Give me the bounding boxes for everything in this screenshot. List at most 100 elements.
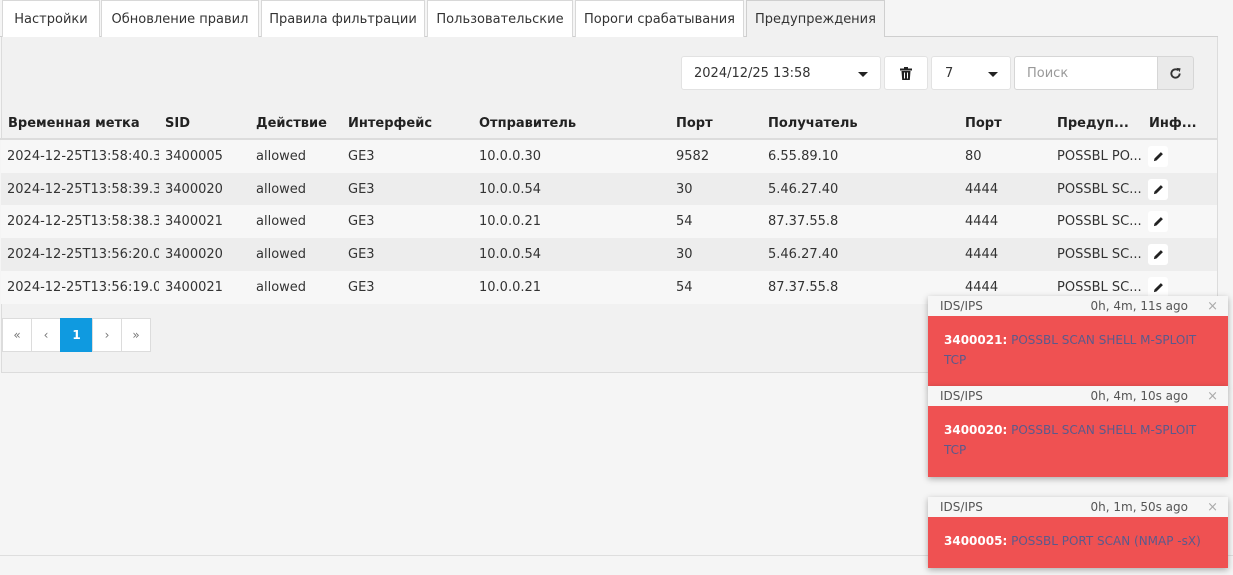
cell-alert: POSSBL SC... bbox=[1057, 214, 1142, 229]
alert-toast[interactable]: IDS/IPS 0h, 1m, 50s ago × 3400005: POSSB… bbox=[928, 497, 1228, 568]
cell-destination-port: 4444 bbox=[965, 182, 999, 197]
cell-source: 10.0.0.30 bbox=[479, 149, 542, 164]
pencil-icon bbox=[1153, 283, 1163, 293]
table-row[interactable]: 2024-12-25T13:56:20.0... 3400020 allowed… bbox=[1, 238, 1217, 271]
cell-sid: 3400020 bbox=[165, 182, 223, 197]
alert-toast[interactable]: IDS/IPS 0h, 4m, 10s ago × 3400020: POSSB… bbox=[928, 386, 1228, 477]
toast-header: IDS/IPS 0h, 4m, 11s ago × bbox=[928, 296, 1228, 316]
toast-sid: 3400020: bbox=[944, 423, 1008, 437]
toast-header: IDS/IPS 0h, 4m, 10s ago × bbox=[928, 386, 1228, 406]
alert-toast[interactable]: IDS/IPS 0h, 4m, 11s ago × 3400021: POSSB… bbox=[928, 296, 1228, 387]
cell-destination: 87.37.55.8 bbox=[768, 214, 839, 229]
cell-action: allowed bbox=[256, 149, 307, 164]
delete-button[interactable] bbox=[884, 56, 928, 90]
next-page-button[interactable]: › bbox=[92, 318, 122, 352]
cell-interface: GE3 bbox=[348, 247, 375, 262]
cell-interface: GE3 bbox=[348, 182, 375, 197]
pencil-icon bbox=[1153, 152, 1163, 162]
cell-action: allowed bbox=[256, 247, 307, 262]
cell-sid: 3400021 bbox=[165, 280, 223, 295]
cell-sid: 3400005 bbox=[165, 149, 223, 164]
toast-sid: 3400021: bbox=[944, 333, 1008, 347]
tab-label: Обновление правил bbox=[111, 11, 249, 27]
column-header[interactable]: SID bbox=[165, 108, 250, 140]
limit-select[interactable]: 7 bbox=[931, 56, 1011, 90]
column-header[interactable]: Получатель bbox=[768, 108, 958, 140]
cell-alert: POSSBL SC... bbox=[1057, 247, 1142, 262]
cell-interface: GE3 bbox=[348, 149, 375, 164]
close-icon[interactable]: × bbox=[1207, 389, 1218, 404]
toast-message: POSSBL PORT SCAN (NMAP -sX) bbox=[1011, 534, 1201, 548]
table-row[interactable]: 2024-12-25T13:58:39.3... 3400020 allowed… bbox=[1, 173, 1217, 206]
info-button[interactable] bbox=[1148, 277, 1168, 298]
cell-source-port: 30 bbox=[676, 247, 693, 262]
cell-timestamp: 2024-12-25T13:58:38.3... bbox=[7, 214, 159, 229]
cell-destination-port: 4444 bbox=[965, 247, 999, 262]
toast-title: IDS/IPS bbox=[940, 389, 983, 403]
table-row[interactable]: 2024-12-25T13:58:40.3... 3400005 allowed… bbox=[1, 140, 1217, 173]
refresh-button[interactable] bbox=[1157, 56, 1194, 90]
cell-source: 10.0.0.54 bbox=[479, 247, 542, 262]
toast-time: 0h, 4m, 11s ago bbox=[1090, 299, 1188, 313]
info-button[interactable] bbox=[1148, 146, 1168, 167]
close-icon[interactable]: × bbox=[1207, 299, 1218, 314]
info-button[interactable] bbox=[1148, 179, 1168, 200]
cell-source: 10.0.0.21 bbox=[479, 280, 542, 295]
column-header[interactable]: Отправитель bbox=[479, 108, 669, 140]
close-icon[interactable]: × bbox=[1207, 500, 1218, 515]
info-button[interactable] bbox=[1148, 211, 1168, 232]
tab-settings[interactable]: Настройки bbox=[2, 0, 100, 37]
prev-page-button[interactable]: ‹ bbox=[31, 318, 61, 352]
cell-timestamp: 2024-12-25T13:56:19.0... bbox=[7, 280, 159, 295]
toast-sid: 3400005: bbox=[944, 534, 1008, 548]
cell-alert: POSSBL PO... bbox=[1057, 149, 1142, 164]
toast-header: IDS/IPS 0h, 1m, 50s ago × bbox=[928, 497, 1228, 517]
tab-label: Пользовательские bbox=[436, 11, 564, 27]
column-header[interactable]: Временная метка bbox=[8, 108, 158, 140]
toast-time: 0h, 4m, 10s ago bbox=[1090, 389, 1188, 403]
trash-icon bbox=[900, 66, 912, 80]
cell-timestamp: 2024-12-25T13:58:40.3... bbox=[7, 149, 159, 164]
search-input[interactable] bbox=[1014, 56, 1158, 90]
page-1-button[interactable]: 1 bbox=[60, 318, 93, 352]
tab-filter-rules[interactable]: Правила фильтрации bbox=[261, 0, 425, 37]
column-header[interactable]: Действие bbox=[256, 108, 341, 140]
toast-body: 3400021: POSSBL SCAN SHELL M-SPLOIT TCP bbox=[928, 316, 1228, 387]
toast-title: IDS/IPS bbox=[940, 500, 983, 514]
tab-label: Предупреждения bbox=[755, 12, 876, 27]
tab-rule-updates[interactable]: Обновление правил bbox=[101, 0, 259, 37]
column-header[interactable]: Инф... bbox=[1149, 108, 1209, 140]
tab-label: Правила фильтрации bbox=[269, 11, 417, 27]
pencil-icon bbox=[1153, 250, 1163, 260]
column-header[interactable]: Порт bbox=[965, 108, 1050, 140]
table-header: Временная метка SID Действие Интерфейс О… bbox=[0, 108, 1218, 140]
tab-thresholds[interactable]: Пороги срабатывания bbox=[575, 0, 744, 37]
cell-destination-port: 4444 bbox=[965, 214, 999, 229]
cell-action: allowed bbox=[256, 182, 307, 197]
chevron-down-icon bbox=[988, 72, 998, 77]
pagination: « ‹ 1 › » bbox=[2, 318, 151, 352]
last-page-button[interactable]: » bbox=[121, 318, 151, 352]
column-header[interactable]: Порт bbox=[676, 108, 761, 140]
limit-value: 7 bbox=[945, 65, 954, 81]
table-row[interactable]: 2024-12-25T13:58:38.3... 3400021 allowed… bbox=[1, 205, 1217, 238]
datetime-select[interactable]: 2024/12/25 13:58 bbox=[681, 56, 881, 90]
column-header[interactable]: Предуп... bbox=[1057, 108, 1143, 140]
cell-source-port: 54 bbox=[676, 280, 693, 295]
cell-interface: GE3 bbox=[348, 280, 375, 295]
info-button[interactable] bbox=[1148, 244, 1168, 265]
cell-destination: 5.46.27.40 bbox=[768, 247, 839, 262]
tab-alerts[interactable]: Предупреждения bbox=[746, 0, 885, 38]
cell-timestamp: 2024-12-25T13:58:39.3... bbox=[7, 182, 159, 197]
cell-action: allowed bbox=[256, 214, 307, 229]
tab-bar: Настройки Обновление правил Правила филь… bbox=[0, 0, 1218, 38]
toast-body: 3400020: POSSBL SCAN SHELL M-SPLOIT TCP bbox=[928, 406, 1228, 477]
column-header[interactable]: Интерфейс bbox=[348, 108, 473, 140]
pencil-icon bbox=[1153, 217, 1163, 227]
tab-custom[interactable]: Пользовательские bbox=[427, 0, 573, 37]
cell-sid: 3400021 bbox=[165, 214, 223, 229]
first-page-button[interactable]: « bbox=[2, 318, 32, 352]
cell-destination: 6.55.89.10 bbox=[768, 149, 839, 164]
cell-source-port: 9582 bbox=[676, 149, 710, 164]
cell-alert: POSSBL SC... bbox=[1057, 182, 1142, 197]
